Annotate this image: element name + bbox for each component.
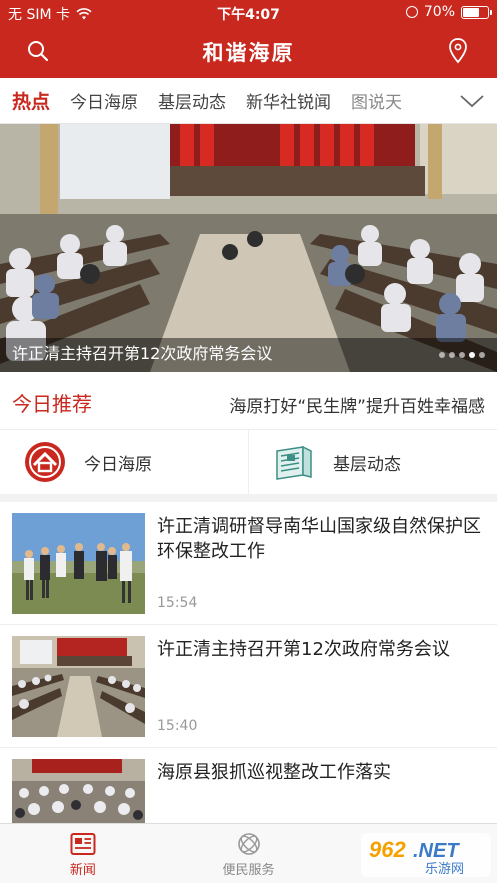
news-thumbnail: [12, 636, 145, 737]
status-bar: 无 SIM 卡 下午4:07 70%: [0, 0, 497, 26]
app-header: 和谐海原: [0, 26, 497, 78]
banner-caption: 许正清主持召开第12次政府常务会议: [12, 344, 273, 363]
quick-entries: 今日海原 基层动态: [0, 430, 497, 502]
news-title: 许正清调研督导南华山国家级自然保护区环保整改工作: [157, 516, 481, 562]
nav-news-label: 新闻: [69, 863, 96, 878]
svg-text:.NET: .NET: [413, 840, 460, 862]
svg-text:962: 962: [369, 837, 406, 862]
quick-entry-label: 今日海原: [84, 454, 152, 475]
news-title: 许正清主持召开第12次政府常务会议: [157, 639, 450, 660]
quick-entry-today-haiyuan[interactable]: 今日海原: [0, 430, 248, 494]
service-icon: [237, 833, 260, 855]
page-title: 和谐海原: [202, 41, 295, 65]
news-time: 15:54: [157, 595, 198, 611]
tab-grassroots[interactable]: 基层动态: [148, 88, 236, 113]
carousel-dot[interactable]: [469, 352, 475, 358]
banner-image: [0, 124, 497, 372]
nav-services[interactable]: 便民服务: [166, 824, 332, 883]
carousel-dot[interactable]: [449, 352, 455, 358]
newspaper-icon: [276, 445, 312, 480]
tab-today-haiyuan[interactable]: 今日海原: [60, 88, 148, 113]
carousel-indicator[interactable]: [439, 352, 485, 358]
carousel-dot[interactable]: [439, 352, 445, 358]
news-title: 海原县狠抓巡视整改工作落实: [157, 762, 391, 783]
nav-services-label: 便民服务: [222, 863, 275, 878]
chevron-down-icon: [460, 95, 484, 108]
news-time: 15:40: [157, 718, 198, 734]
battery-fill: [463, 7, 479, 17]
recommend-headline[interactable]: 海原打好“民生牌”提升百姓幸福感: [229, 392, 485, 417]
quick-entry-label: 基层动态: [333, 454, 401, 475]
tab-xinhua[interactable]: 新华社锐闻: [236, 88, 341, 113]
watermark-logo: 962 .NET 乐游网: [361, 833, 491, 877]
recommend-label: 今日推荐: [12, 392, 92, 416]
carousel-dot[interactable]: [479, 352, 485, 358]
tab-picture[interactable]: 图说天: [341, 88, 412, 113]
quick-entry-grassroots[interactable]: 基层动态: [248, 430, 497, 494]
rotation-lock-icon: [405, 6, 418, 18]
banner-carousel[interactable]: 许正清主持召开第12次政府常务会议: [0, 124, 497, 372]
haiyuan-logo-icon: [25, 442, 65, 482]
expand-tabs-button[interactable]: [447, 78, 497, 123]
category-tabs: 热点 今日海原 基层动态 新华社锐闻 图说天: [0, 78, 497, 124]
battery-icon: [461, 5, 492, 19]
status-right: 70%: [405, 4, 492, 20]
news-item[interactable]: 许正清主持召开第12次政府常务会议 15:40: [0, 625, 497, 748]
news-list: 许正清调研督导南华山国家级自然保护区环保整改工作 15:54 许正清主持召开第1…: [0, 502, 497, 871]
news-icon: [70, 833, 96, 855]
today-recommend-bar[interactable]: 今日推荐 海原打好“民生牌”提升百姓幸福感: [0, 372, 497, 430]
carousel-dot[interactable]: [459, 352, 465, 358]
news-item[interactable]: 许正清调研督导南华山国家级自然保护区环保整改工作 15:54: [0, 502, 497, 625]
location-pin-icon[interactable]: [447, 37, 469, 65]
svg-text:乐游网: 乐游网: [425, 862, 464, 877]
news-thumbnail: [12, 513, 145, 614]
nav-news[interactable]: 新闻: [0, 824, 166, 883]
battery-percent: 70%: [423, 4, 455, 20]
tab-hot[interactable]: 热点: [0, 87, 60, 114]
